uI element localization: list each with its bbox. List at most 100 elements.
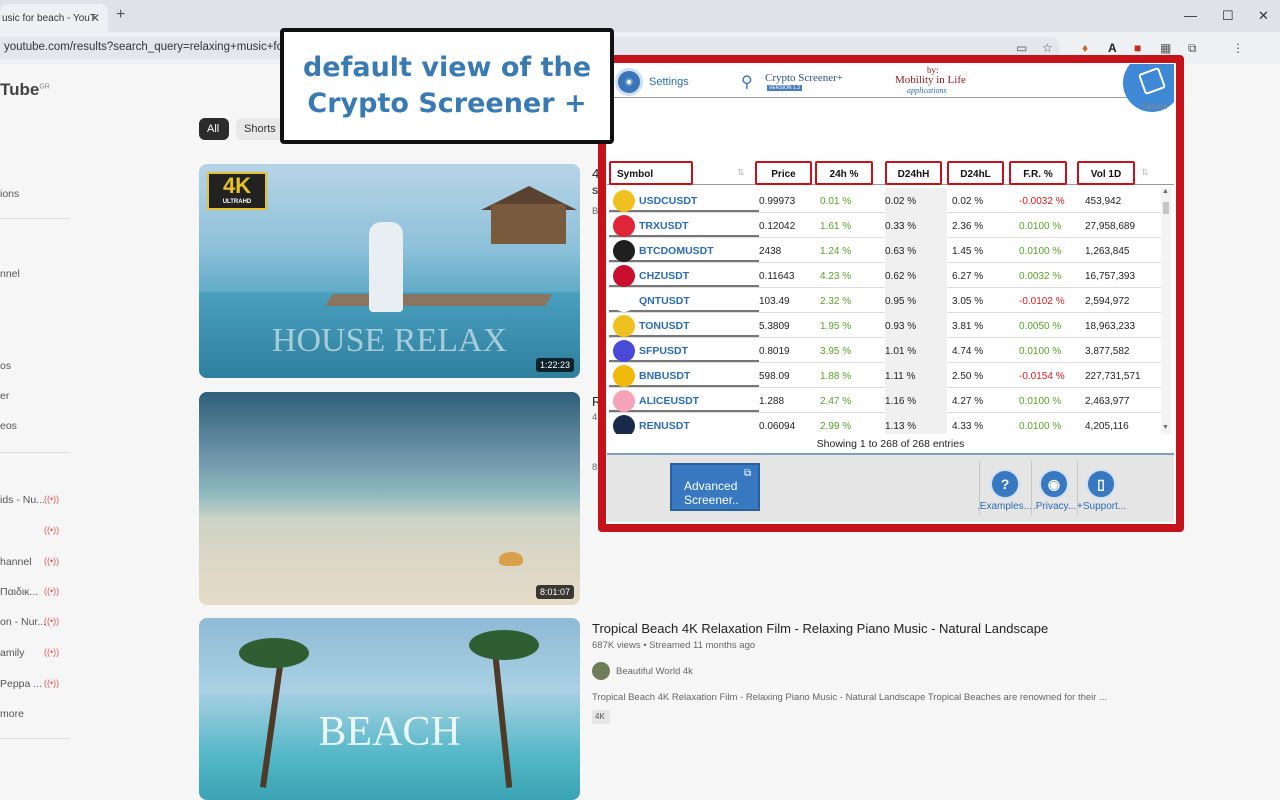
symbol-link[interactable]: BNBUSDT [639,370,690,382]
column-header-24h[interactable]: 24h % [815,161,873,185]
column-header-vol[interactable]: Vol 1D [1077,161,1135,185]
column-header-d24hh[interactable]: D24hH [885,161,942,185]
sidebar-subscription[interactable]: Peppa ... [0,678,42,690]
volume-cell: 4,205,116 [1085,421,1129,432]
symbol-link[interactable]: ALICEUSDT [639,395,699,407]
sidebar-subscription[interactable]: on - Nur... [0,616,46,628]
symbol-cell[interactable]: SFPUSDT [609,339,759,362]
sort-icon[interactable]: ⇅ [737,167,745,178]
table-row[interactable]: ALICEUSDT 1.288 2.47 % 1.16 % 4.27 % 0.0100 %… [607,388,1161,413]
sidebar-item[interactable]: er [0,390,9,402]
table-row[interactable]: RENUSDT 0.06094 2.99 % 1.13 % 4.33 % 0.0100 %… [607,413,1161,434]
table-row[interactable]: TRXUSDT 0.12042 1.61 % 0.33 % 2.36 % 0.0100 %… [607,213,1161,238]
symbol-cell[interactable]: QNTUSDT [609,289,759,312]
video-thumbnail[interactable]: 4K ULTRAHD HOUSE RELAX 1:22:23 [199,164,580,378]
sort-icon[interactable]: ⇅ [1141,167,1149,178]
symbol-cell[interactable]: TRXUSDT [609,214,759,237]
sidebar-divider [0,452,70,453]
channel-avatar[interactable] [592,662,610,680]
extension-icon[interactable]: A [1108,41,1117,55]
d24h-low-cell: 1.45 % [952,246,984,257]
browser-tab[interactable]: usic for beach - YouT ✕ [0,4,108,32]
settings-gear-icon[interactable] [615,68,643,96]
symbol-cell[interactable]: BNBUSDT [609,364,759,387]
support-phone-icon[interactable]: ▯ [1086,469,1116,499]
symbol-cell[interactable]: RENUSDT [609,414,759,434]
symbol-link[interactable]: CHZUSDT [639,270,689,282]
crypto-screener-logo-icon: ⚲ [741,74,753,91]
sidebar-item[interactable]: ions [0,188,19,200]
table-row[interactable]: TONUSDT 5.3809 1.95 % 0.93 % 3.81 % 0.0050 % 1… [607,313,1161,338]
column-header-symbol[interactable]: Symbol [609,161,693,185]
funding-rate-cell: 0.0100 % [1019,346,1062,357]
symbol-link[interactable]: USDCUSDT [639,195,697,207]
table-row[interactable]: BTCDOMUSDT 2438 1.24 % 0.63 % 1.45 % 0.0100 %… [607,238,1161,263]
examples-link[interactable]: .Examples... [977,501,1032,512]
video-thumbnail[interactable]: 8:01:07 [199,392,580,605]
chip-all[interactable]: All [199,118,229,140]
channel-name[interactable]: Beautiful World 4k [616,666,693,677]
video-meta: 687K views • Streamed 11 months ago [592,640,756,651]
privacy-user-icon[interactable]: ◉ [1039,469,1069,499]
symbol-link[interactable]: TRXUSDT [639,220,689,232]
sidebar-item[interactable]: os [0,360,11,372]
table-row[interactable]: USDCUSDT 0.99973 0.01 % 0.02 % 0.02 % -0.0032… [607,188,1161,213]
sidebar-subscription[interactable]: Παιδικ... [0,586,38,598]
new-tab-button[interactable]: + [116,6,125,24]
minimize-button[interactable]: — [1184,8,1197,23]
column-header-fr[interactable]: F.R. % [1009,161,1067,185]
symbol-link[interactable]: BTCDOMUSDT [639,245,714,257]
sidebar-show-more[interactable]: more [0,708,24,720]
coin-icon [613,265,635,287]
symbol-link[interactable]: SFPUSDT [639,345,688,357]
symbol-cell[interactable]: ALICEUSDT [609,389,759,412]
sidebar-subscription[interactable]: amily [0,647,25,659]
scroll-thumb[interactable] [1163,202,1169,214]
table-scrollbar[interactable]: ▲ ▼ [1161,188,1171,434]
symbol-cell[interactable]: BTCDOMUSDT [609,239,759,262]
sidebar-item[interactable]: nnel [0,268,20,280]
price-cell: 0.06094 [759,421,796,432]
maximize-button[interactable]: ☐ [1222,8,1234,24]
symbol-cell[interactable]: CHZUSDT [609,264,759,287]
settings-link[interactable]: Settings [649,76,689,88]
examples-help-icon[interactable]: ? [990,469,1020,499]
extensions-puzzle-icon[interactable]: ⧉ [1188,41,1197,56]
scroll-down-icon[interactable]: ▼ [1162,424,1169,431]
youtube-logo[interactable]: TubeGR [0,80,50,100]
extension-icon[interactable]: ♦ [1082,41,1088,55]
crypto-screener-extension-icon[interactable]: ▦ [1160,41,1171,55]
symbol-cell[interactable]: USDCUSDT [609,189,759,212]
table-row[interactable]: SFPUSDT 0.8019 3.95 % 1.01 % 4.74 % 0.0100 % 3… [607,338,1161,363]
table-row[interactable]: QNTUSDT 103.49 2.32 % 0.95 % 3.05 % -0.0102 %… [607,288,1161,313]
d24h-high-cell: 0.33 % [885,221,917,232]
scroll-up-icon[interactable]: ▲ [1162,188,1169,195]
table-row[interactable]: CHZUSDT 0.11643 4.23 % 0.62 % 6.27 % 0.0032 %… [607,263,1161,288]
video-title[interactable]: Tropical Beach 4K Relaxation Film - Rela… [592,621,1048,636]
extension-icon[interactable]: ■ [1134,41,1141,55]
bookmark-star-icon[interactable]: ☆ [1042,41,1053,55]
funding-rate-cell: 0.0100 % [1019,221,1062,232]
table-row[interactable]: BNBUSDT 598.09 1.88 % 1.11 % 2.50 % -0.0154 %… [607,363,1161,388]
advanced-screener-button[interactable]: ⧉ Advanced Screener.. [670,463,760,511]
cast-icon[interactable]: ▭ [1016,41,1027,55]
sidebar-subscription[interactable]: hannel [0,556,32,568]
close-window-button[interactable]: ✕ [1258,8,1269,24]
table-body: USDCUSDT 0.99973 0.01 % 0.02 % 0.02 % -0.0032… [607,188,1161,434]
column-header-d24hl[interactable]: D24hL [947,161,1004,185]
privacy-link[interactable]: .Privacy... [1033,501,1076,512]
menu-kebab-icon[interactable]: ⋮ [1232,41,1244,55]
video-thumbnail[interactable]: BEACH [199,618,580,800]
d24h-low-cell: 4.27 % [952,396,984,407]
chip-shorts[interactable]: Shorts [236,118,286,140]
symbol-cell[interactable]: TONUSDT [609,314,759,337]
symbol-link[interactable]: RENUSDT [639,420,690,432]
change-24h-cell: 1.61 % [820,221,852,232]
symbol-link[interactable]: QNTUSDT [639,295,690,307]
symbol-link[interactable]: TONUSDT [639,320,690,332]
sidebar-subscription[interactable]: ids - Nu... [0,494,45,506]
tab-close-icon[interactable]: ✕ [90,11,100,25]
column-header-price[interactable]: Price [755,161,812,185]
sidebar-item[interactable]: eos [0,420,17,432]
support-link[interactable]: +Support... [1077,501,1126,512]
